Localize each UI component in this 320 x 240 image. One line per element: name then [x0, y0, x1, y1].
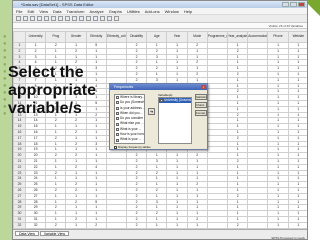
menu-graphs[interactable]: Graphs — [109, 8, 122, 14]
value-labels-icon[interactable] — [114, 16, 119, 21]
variable-icon — [116, 138, 119, 142]
callout-text: Select the appropriate variable/s — [8, 64, 97, 117]
format-button[interactable]: Format... — [195, 110, 207, 116]
variable-icon — [116, 117, 119, 121]
display-frequency-tables-option[interactable]: Display frequency tables — [114, 145, 151, 149]
status-text: SPSS Processor is ready — [271, 236, 305, 240]
select-cases-icon[interactable] — [107, 16, 112, 21]
variable-icon — [116, 96, 119, 100]
variable-icon — [116, 133, 119, 137]
variables-icon[interactable] — [65, 16, 70, 21]
open-icon[interactable] — [16, 16, 21, 21]
list-item[interactable]: Comment (if any) — [115, 143, 144, 144]
menu-utilities[interactable]: Utilities — [127, 8, 140, 14]
print-icon[interactable] — [30, 16, 35, 21]
move-variable-button[interactable]: ➔ — [148, 108, 155, 115]
column-header[interactable]: Phone — [267, 31, 289, 43]
list-item[interactable]: University [Universit...] — [159, 98, 192, 104]
menu-edit[interactable]: Edit — [27, 8, 34, 14]
variable-icon — [160, 99, 163, 103]
slide-dot: ▪ — [3, 54, 7, 61]
menu-data[interactable]: Data — [53, 8, 61, 14]
variable-icon — [116, 122, 119, 126]
column-header[interactable]: Mode — [186, 31, 208, 43]
undo-icon[interactable] — [44, 16, 49, 21]
variable-icon — [116, 106, 119, 110]
menu-window[interactable]: Window — [165, 8, 179, 14]
bottom-bar: Data View Variable View SPSS Processor is… — [13, 229, 307, 240]
column-header[interactable]: Age — [146, 31, 168, 43]
display-frequency-tables-label: Display frequency tables — [118, 145, 151, 149]
tab-variable-view[interactable]: Variable View — [39, 231, 69, 236]
dialog-title: Frequencies — [114, 85, 134, 89]
window-controls — [282, 2, 305, 7]
minimize-button[interactable] — [282, 2, 289, 7]
insert-variable-icon[interactable] — [86, 16, 91, 21]
insert-cases-icon[interactable] — [79, 16, 84, 21]
slide-dot: ▪ — [3, 47, 7, 54]
split-file-icon[interactable] — [93, 16, 98, 21]
menu-add-ons[interactable]: Add-ons — [145, 8, 160, 14]
slide: { "slide": {"callout": "Select the\nappr… — [0, 0, 320, 240]
column-header[interactable]: University — [24, 31, 47, 43]
variable-icon — [116, 101, 119, 105]
charts-button[interactable]: Charts... — [195, 102, 207, 108]
column-header[interactable]: Year — [166, 31, 188, 43]
column-header[interactable]: Ethnicity — [85, 31, 107, 43]
statistics-button[interactable]: Statistics... — [195, 94, 207, 100]
column-header[interactable]: Disability — [126, 31, 148, 43]
column-header[interactable]: Ethnicity_coll — [105, 31, 128, 43]
menu-help[interactable]: Help — [184, 8, 192, 14]
menu-file[interactable]: File — [16, 8, 22, 14]
column-header[interactable]: Accommodation — [247, 31, 269, 43]
column-header[interactable]: Programme_coded — [206, 31, 229, 43]
find-icon[interactable] — [72, 16, 77, 21]
menubar: File Edit View Data Transform Analyze Graphs Ut… — [13, 8, 307, 15]
dialog-titlebar: Frequencies × — [110, 84, 207, 90]
goto-case-icon[interactable] — [58, 16, 63, 21]
column-header[interactable]: Prog — [45, 31, 67, 43]
menu-transform[interactable]: Transform — [66, 8, 84, 14]
column-header[interactable]: Year_analysis — [227, 31, 249, 43]
slide-dot: ▪ — [3, 40, 7, 47]
menu-analyze[interactable]: Analyze — [90, 8, 104, 14]
menu-view[interactable]: View — [39, 8, 48, 14]
variable-icon — [116, 112, 119, 116]
column-header[interactable]: Website — [287, 31, 307, 43]
row-number-header — [13, 31, 26, 43]
window-titlebar: *Data.sav [DataSet1] - SPSS Data Editor — [13, 1, 307, 8]
display-frequency-tables-checkbox[interactable] — [114, 145, 117, 149]
dialog-close-button[interactable]: × — [201, 85, 206, 89]
visible-variables-count: Visible: 26 of 26 Variables — [268, 24, 303, 28]
column-header[interactable]: Gender — [65, 31, 87, 43]
visible-variables-bar: Visible: 26 of 26 Variables — [13, 23, 307, 29]
frequencies-dialog: Frequencies × Where is library... Do you … — [109, 83, 208, 150]
dialog-recall-icon[interactable] — [37, 16, 42, 21]
weight-cases-icon[interactable] — [100, 16, 105, 21]
maximize-button[interactable] — [290, 2, 297, 7]
dialog-side-buttons: Statistics... Charts... Format... — [195, 94, 207, 116]
target-variable-list[interactable]: University [Universit...] — [158, 97, 192, 144]
list-item-label: Comment (if any) — [120, 143, 144, 144]
list-item-label: University [Universit...] — [164, 98, 192, 102]
variable-icon — [116, 127, 119, 131]
tab-data-view[interactable]: Data View — [15, 231, 39, 236]
window-title: *Data.sav [DataSet1] - SPSS Data Editor — [21, 2, 94, 7]
view-tabs: Data View Variable View — [13, 230, 307, 237]
grid-header-row: University Prog Gender Ethnicity Ethnicity_c… — [13, 31, 307, 43]
redo-icon[interactable] — [51, 16, 56, 21]
close-button[interactable] — [298, 2, 305, 7]
slide-dot: ▪ — [3, 33, 7, 40]
source-variable-list[interactable]: Where is library... Do you (Somewh... Is y… — [114, 94, 145, 144]
save-icon[interactable] — [23, 16, 28, 21]
toolbar — [13, 15, 307, 23]
